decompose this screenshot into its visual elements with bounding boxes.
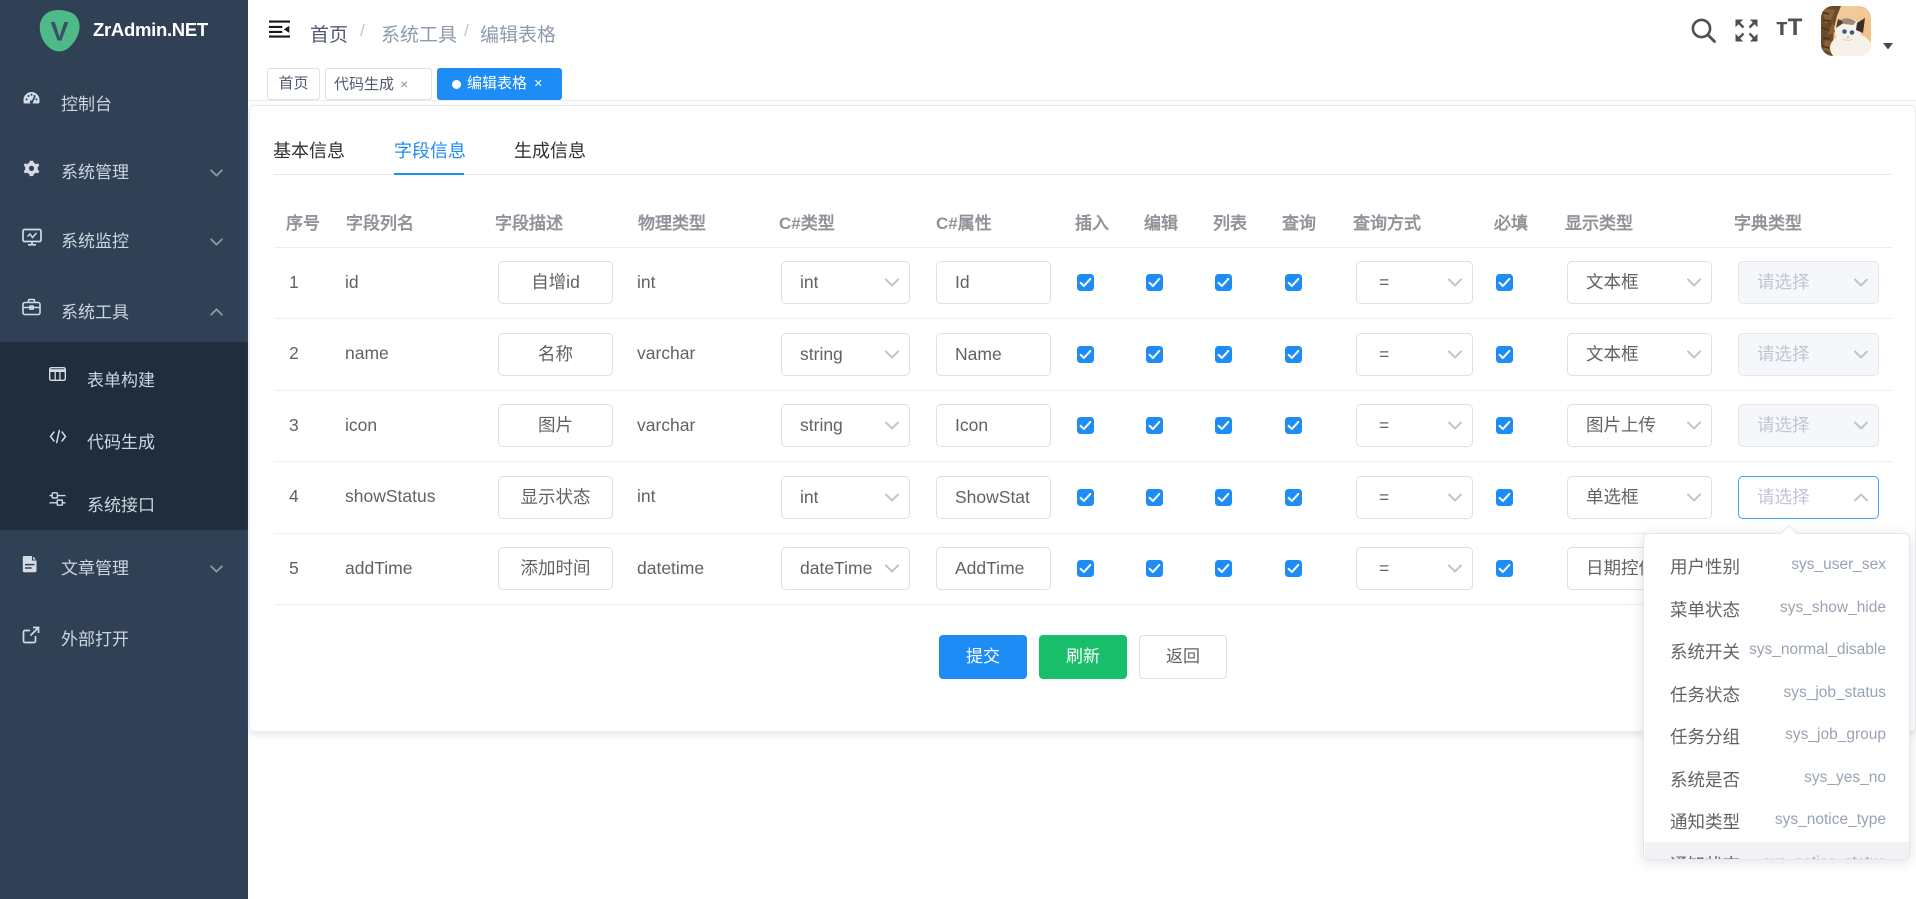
- svg-text:V: V: [50, 17, 68, 47]
